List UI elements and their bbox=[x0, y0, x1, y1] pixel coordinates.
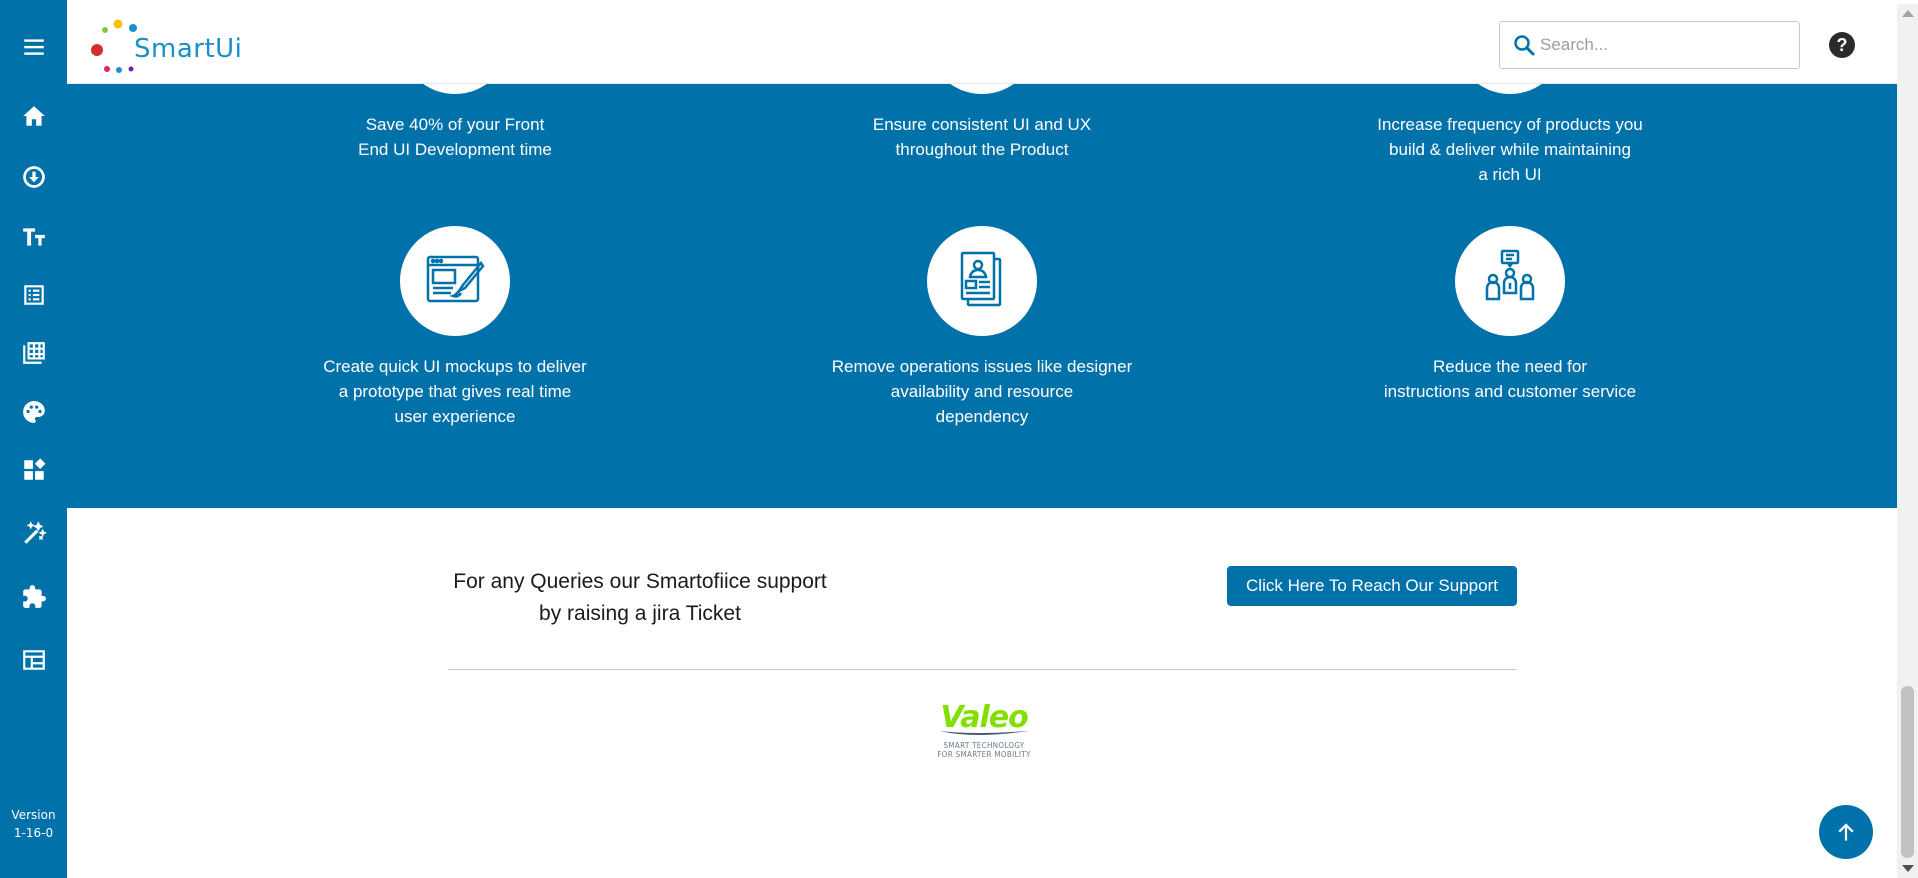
feature-circle-1 bbox=[400, 84, 510, 94]
puzzle-icon bbox=[22, 585, 46, 608]
layout-icon bbox=[22, 650, 45, 670]
version-value: 1-16-0 bbox=[13, 826, 54, 840]
sidebar-item-layouts[interactable] bbox=[0, 640, 67, 680]
feature-text: Reduce the need for bbox=[1432, 357, 1588, 376]
sidebar-item-home[interactable] bbox=[0, 96, 67, 136]
support-line-1: For any Queries our Smartofiice support bbox=[453, 570, 827, 593]
feature-circle-5 bbox=[927, 226, 1037, 336]
reach-support-button[interactable]: Click Here To Reach Our Support bbox=[1227, 566, 1517, 606]
feature-text: Create quick UI mockups to deliver bbox=[323, 357, 587, 376]
feature-circle-4 bbox=[400, 226, 510, 336]
menu-button[interactable] bbox=[0, 27, 67, 67]
home-icon bbox=[22, 106, 45, 126]
feature-text: Save 40% of your Front bbox=[365, 115, 545, 134]
profile-document-icon bbox=[960, 251, 1002, 307]
feature-circle-6 bbox=[1455, 226, 1565, 336]
list-icon bbox=[23, 285, 44, 305]
sidebar-item-widgets[interactable] bbox=[0, 450, 67, 490]
feature-text: throughout the Product bbox=[895, 140, 1069, 159]
sidebar: Version 1-16-0 bbox=[0, 0, 67, 878]
help-button[interactable]: ? bbox=[1829, 32, 1855, 58]
arrow-up-icon bbox=[1838, 823, 1854, 841]
dashboard-icon bbox=[23, 458, 45, 480]
sidebar-item-colors[interactable] bbox=[0, 392, 67, 432]
sidebar-item-plugins[interactable] bbox=[0, 577, 67, 617]
feature-text: user experience bbox=[394, 407, 516, 426]
feature-text: Ensure consistent UI and UX bbox=[872, 115, 1092, 134]
smartui-logo[interactable]: SmartUi bbox=[89, 14, 242, 74]
feature-item-5: Remove operations issues like designer a… bbox=[822, 354, 1142, 429]
search-box[interactable] bbox=[1499, 21, 1800, 69]
sidebar-item-list[interactable] bbox=[0, 275, 67, 315]
feature-text: build & deliver while maintaining bbox=[1389, 140, 1631, 159]
features-section: Save 40% of your Front End UI Developmen… bbox=[67, 84, 1897, 508]
valeo-brand: Valeo bbox=[940, 700, 1028, 735]
feature-item-1: Save 40% of your Front End UI Developmen… bbox=[295, 112, 615, 162]
scroll-to-top-button[interactable] bbox=[1819, 805, 1873, 859]
feature-text: dependency bbox=[935, 407, 1029, 426]
feature-circle-3 bbox=[1455, 84, 1565, 94]
typography-icon bbox=[22, 228, 45, 246]
search-icon bbox=[1514, 35, 1535, 56]
mockup-design-icon bbox=[426, 255, 485, 303]
feature-text: End UI Development time bbox=[358, 140, 552, 159]
sidebar-item-typography[interactable] bbox=[0, 217, 67, 257]
valeo-tagline-2: FOR SMARTER MOBILITY bbox=[937, 750, 1031, 759]
scroll-up-arrow-icon[interactable] bbox=[1902, 10, 1914, 17]
table-grid-icon bbox=[22, 342, 45, 364]
feature-text: instructions and customer service bbox=[1383, 382, 1637, 401]
feature-text: Remove operations issues like designer bbox=[831, 357, 1133, 376]
feature-text: a prototype that gives real time bbox=[338, 382, 572, 401]
customer-service-icon bbox=[1485, 249, 1535, 301]
feature-circle-2 bbox=[927, 84, 1037, 94]
sidebar-item-tables[interactable] bbox=[0, 333, 67, 373]
valeo-logo: Valeo SMART TECHNOLOGY FOR SMARTER MOBIL… bbox=[930, 700, 1038, 776]
footer-divider bbox=[448, 669, 1517, 670]
feature-item-3: Increase frequency of products you build… bbox=[1350, 112, 1670, 187]
feature-text: a rich UI bbox=[1478, 165, 1542, 184]
page-scrollbar[interactable] bbox=[1897, 4, 1918, 878]
logo-text: SmartUi bbox=[134, 34, 243, 64]
feature-text: availability and resource bbox=[890, 382, 1074, 401]
search-input[interactable] bbox=[1540, 30, 1790, 60]
feature-item-6: Reduce the need for instructions and cus… bbox=[1350, 354, 1670, 404]
support-message: For any Queries our Smartofiice support … bbox=[440, 566, 840, 630]
feature-item-2: Ensure consistent UI and UX throughout t… bbox=[822, 112, 1142, 162]
support-line-2: by raising a jira Ticket bbox=[539, 602, 741, 625]
scroll-down-arrow-icon[interactable] bbox=[1902, 865, 1914, 872]
feature-item-4: Create quick UI mockups to deliver a pro… bbox=[295, 354, 615, 429]
top-header: SmartUi ? bbox=[67, 4, 1897, 84]
scrollbar-thumb[interactable] bbox=[1901, 686, 1914, 858]
download-circle-icon bbox=[22, 166, 45, 188]
palette-icon bbox=[22, 401, 45, 423]
feature-text: Increase frequency of products you bbox=[1377, 115, 1643, 134]
sidebar-item-effects[interactable] bbox=[0, 514, 67, 554]
valeo-tagline-1: SMART TECHNOLOGY bbox=[943, 741, 1025, 750]
version-label: Version bbox=[11, 808, 56, 822]
sidebar-item-installation[interactable] bbox=[0, 157, 67, 197]
magic-wand-icon bbox=[23, 521, 47, 544]
menu-icon bbox=[23, 39, 44, 55]
version-info: Version 1-16-0 bbox=[0, 806, 67, 842]
